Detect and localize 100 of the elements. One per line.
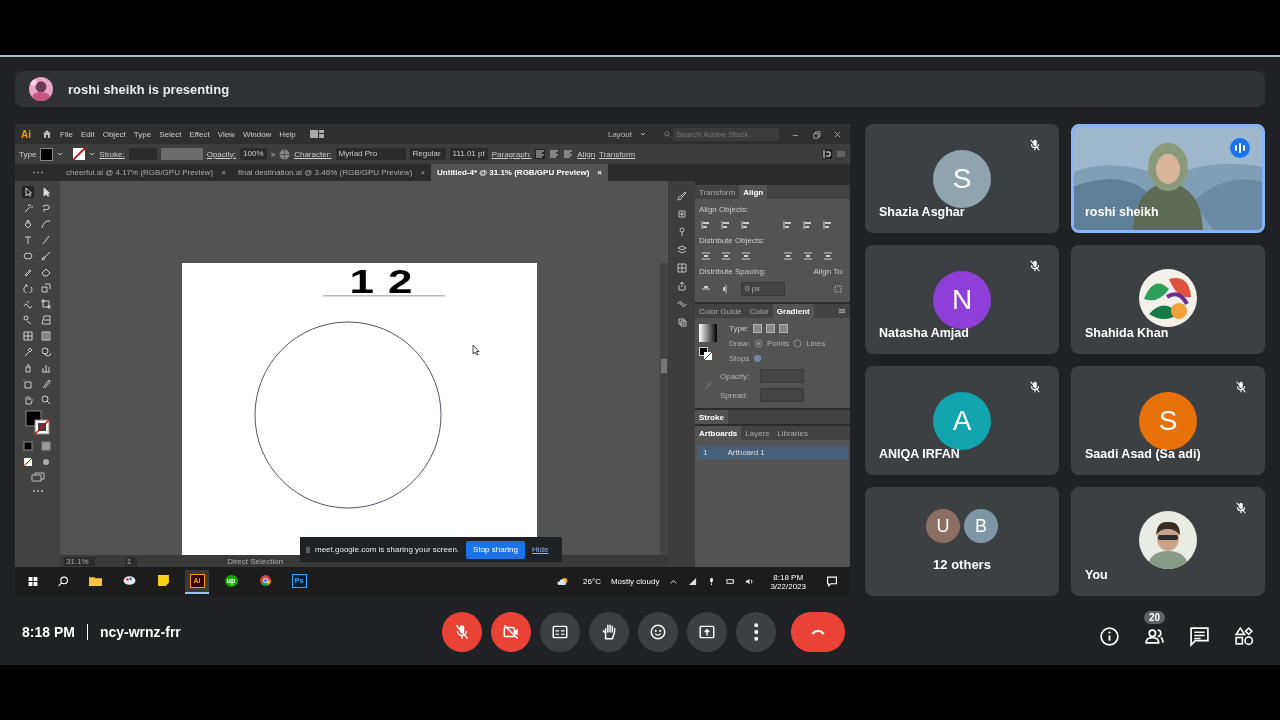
fill-swatch[interactable] <box>40 147 54 161</box>
font-field[interactable]: Myriad Pro <box>335 148 406 160</box>
caret-icon[interactable] <box>89 152 96 156</box>
gradient-mode-icon[interactable] <box>40 440 52 452</box>
type-icon[interactable] <box>22 234 34 246</box>
distribute-icon[interactable] <box>721 251 731 261</box>
lasso-icon[interactable] <box>40 202 52 214</box>
radio-button[interactable] <box>753 339 763 348</box>
brush-icon[interactable] <box>40 250 52 262</box>
symbols-icon[interactable] <box>676 209 687 219</box>
artboard-row[interactable]: 1 Artboard 1 <box>697 446 848 459</box>
distribute-icon[interactable] <box>783 251 793 261</box>
menu-item[interactable]: Type <box>133 129 152 139</box>
caret-icon[interactable] <box>669 577 679 586</box>
align-icon[interactable] <box>721 220 731 230</box>
align-icon[interactable] <box>701 220 711 230</box>
sprayer-icon[interactable] <box>22 362 34 374</box>
stroke-panel[interactable]: Stroke <box>695 410 850 424</box>
menu-item[interactable]: Edit <box>80 129 95 139</box>
menu-item[interactable]: Object <box>102 129 126 139</box>
align-link[interactable]: Align <box>577 149 596 159</box>
document-tab[interactable]: cheerful.ai @ 4.17% (RGB/GPU Preview) × <box>60 164 232 181</box>
hide-link[interactable]: Hide <box>532 545 549 554</box>
document-tab[interactable]: Untitled-4* @ 31.1% (RGB/GPU Preview) × <box>431 164 608 181</box>
perspective-icon[interactable] <box>40 314 52 326</box>
opacity-field[interactable]: 100% <box>240 148 267 160</box>
variable-width-field[interactable] <box>160 148 203 160</box>
panel-tab[interactable]: Transform <box>695 185 740 199</box>
leave-button[interactable] <box>791 612 845 652</box>
arrange-icon[interactable] <box>822 149 832 159</box>
zoom-icon[interactable] <box>40 394 52 406</box>
distribute-icon[interactable] <box>741 251 751 261</box>
stroke-swatch[interactable] <box>73 148 86 160</box>
line-icon[interactable] <box>40 234 52 246</box>
text-align-icon[interactable] <box>535 149 546 159</box>
distribute-icon[interactable] <box>823 251 833 261</box>
draw-mode-icon[interactable] <box>40 456 52 468</box>
globe-icon[interactable] <box>279 148 291 160</box>
search-icon[interactable] <box>57 576 69 587</box>
document-tab[interactable]: final destination.ai @ 3.46% (RGB/GPU Preview) × <box>231 164 432 181</box>
present-button[interactable] <box>687 612 727 652</box>
people-button[interactable]: 20 <box>1141 611 1168 647</box>
artboard-icon[interactable] <box>22 378 34 390</box>
network-icon[interactable] <box>688 577 698 586</box>
panel-tab[interactable]: Align <box>739 185 768 199</box>
text-align-icon[interactable] <box>549 149 560 159</box>
distribute-icon[interactable] <box>701 251 711 261</box>
menu-item[interactable]: Select <box>159 129 182 139</box>
warp-icon[interactable] <box>22 298 34 310</box>
opacity-label[interactable]: Opacity: <box>206 149 237 159</box>
volume-icon[interactable] <box>745 577 755 586</box>
align-icon[interactable] <box>823 220 833 230</box>
font-size-field[interactable]: 111.01 pt <box>449 148 488 160</box>
restore-icon[interactable] <box>812 129 821 139</box>
hand-button[interactable] <box>589 612 629 652</box>
align-icon[interactable] <box>783 220 793 230</box>
camera-button[interactable] <box>491 612 531 652</box>
stack-icon[interactable] <box>676 317 687 327</box>
gradient-icon[interactable] <box>40 330 52 342</box>
selection-arrow-icon[interactable] <box>22 186 34 198</box>
free-transform-icon[interactable] <box>40 298 52 310</box>
mic-button[interactable] <box>442 612 482 652</box>
captions-button[interactable] <box>540 612 580 652</box>
draw-option[interactable]: Points <box>766 339 790 348</box>
more-button[interactable] <box>736 612 776 652</box>
opacity-field[interactable] <box>760 369 804 383</box>
battery-icon[interactable] <box>726 577 736 586</box>
clock-date[interactable]: 3/22/2023 <box>770 581 806 591</box>
text-align-icon[interactable] <box>563 149 574 159</box>
scale-icon[interactable] <box>40 282 52 294</box>
draw-option[interactable]: Lines <box>806 339 826 348</box>
menu-item[interactable]: File <box>60 129 73 139</box>
panel-tab[interactable]: Libraries <box>773 426 812 440</box>
artboard-field[interactable]: 1 <box>124 556 138 566</box>
bar-chart-icon[interactable] <box>40 362 52 374</box>
blend-icon[interactable] <box>40 346 52 358</box>
radio-button[interactable] <box>793 339 803 348</box>
close-icon[interactable] <box>833 129 842 139</box>
menu-item[interactable]: Help <box>279 129 296 139</box>
color-mode-icon[interactable] <box>22 440 34 452</box>
hand-icon[interactable] <box>22 394 34 406</box>
panel-tab[interactable]: Layers <box>741 426 774 440</box>
menu-item[interactable]: Window <box>242 129 272 139</box>
grid-icon[interactable] <box>676 263 687 273</box>
wand-icon[interactable] <box>22 202 34 214</box>
notification-icon[interactable] <box>826 576 838 587</box>
font-style-field[interactable]: Regular <box>409 148 446 160</box>
transform-link[interactable]: Transform <box>599 149 636 159</box>
caret-icon[interactable] <box>640 132 646 136</box>
direct-arrow-icon[interactable] <box>40 186 52 198</box>
menu-item[interactable]: Effect <box>189 129 210 139</box>
workspace-icon[interactable] <box>309 129 324 139</box>
panel-tab[interactable]: Artboards <box>695 426 742 440</box>
workspace-switcher[interactable]: Layout <box>607 129 632 139</box>
align-icon[interactable] <box>803 220 813 230</box>
eraser-icon[interactable] <box>40 266 52 278</box>
paragraph-label[interactable]: Paragraph: <box>491 149 532 159</box>
pen-icon[interactable] <box>22 218 34 230</box>
drag-handle-icon[interactable] <box>306 545 310 554</box>
screen-mode-icon[interactable] <box>30 472 45 482</box>
